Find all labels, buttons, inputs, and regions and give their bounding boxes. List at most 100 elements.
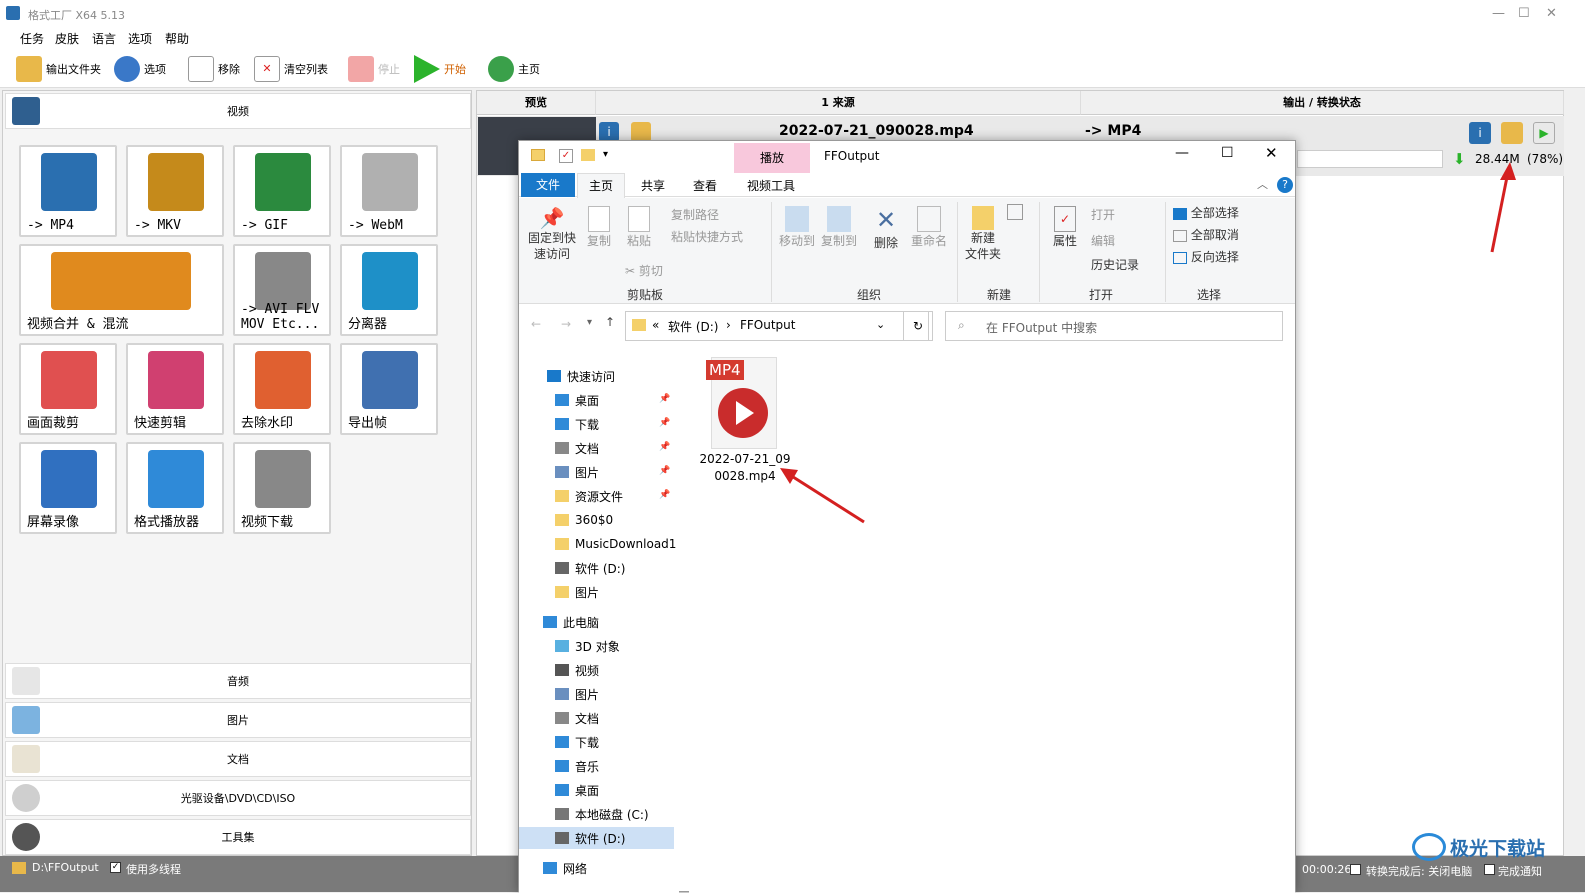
properties-button[interactable]: ✓ 属性 <box>1045 206 1085 249</box>
breadcrumb-folder[interactable]: FFOutput <box>740 318 796 332</box>
history-button[interactable]: 历史记录 <box>1091 256 1139 273</box>
nav-item[interactable]: 音乐 <box>555 755 599 777</box>
notify-checkbox[interactable] <box>1484 864 1495 875</box>
category-audio[interactable]: 音频 <box>5 663 471 699</box>
address-bar[interactable]: « 软件 (D:) › FFOutput ⌄ <box>625 311 929 341</box>
output-path[interactable]: D:\FFOutput <box>32 861 99 874</box>
folder-icon[interactable] <box>631 122 651 142</box>
column-status[interactable]: 输出 / 转换状态 <box>1081 91 1564 115</box>
recent-dropdown-icon[interactable]: ▾ <box>587 317 592 328</box>
tab-video-tools[interactable]: 视频工具 <box>747 177 795 194</box>
nav-item[interactable]: 软件 (D:) <box>519 827 674 849</box>
invert-selection-button[interactable]: 反向选择 <box>1173 248 1239 265</box>
nav-item[interactable]: 文档 <box>555 437 599 459</box>
tool-tile[interactable]: -> GIF <box>233 145 331 237</box>
tool-tile[interactable]: 画面裁剪 <box>19 343 117 435</box>
rename-button[interactable]: 重命名 <box>909 206 949 249</box>
nav-item[interactable]: 软件 (D:) <box>555 557 625 579</box>
collapse-ribbon-icon[interactable]: ︿ <box>1257 176 1268 192</box>
copy-to-button[interactable]: 复制到 <box>819 206 859 249</box>
move-to-button[interactable]: 移动到 <box>777 206 817 249</box>
paste-shortcut-button[interactable]: 粘贴快捷方式 <box>671 228 743 245</box>
nav-item[interactable]: 360$0 <box>555 509 613 531</box>
pin-icon[interactable]: 📌 <box>659 394 670 404</box>
home-button[interactable]: 主页 <box>488 54 540 84</box>
nav-item[interactable]: 图片 <box>555 581 599 603</box>
tool-tile[interactable]: 视频下载 <box>233 442 331 534</box>
explorer-close-button[interactable]: ✕ <box>1265 144 1278 162</box>
edit-button[interactable]: 编辑 <box>1091 232 1115 249</box>
tab-home[interactable]: 主页 <box>577 173 625 198</box>
tab-file[interactable]: 文件 <box>521 173 575 197</box>
nav-item[interactable]: 此电脑 <box>543 611 599 633</box>
column-source[interactable]: 1 来源 <box>596 91 1081 115</box>
pin-icon[interactable]: 📌 <box>659 418 670 428</box>
maximize-button[interactable]: ☐ <box>1518 6 1530 21</box>
menu-help[interactable]: 帮助 <box>165 30 189 47</box>
paste-button[interactable]: 粘贴 <box>621 206 657 249</box>
nav-item[interactable]: 下载 <box>555 413 599 435</box>
tab-view[interactable]: 查看 <box>693 177 717 194</box>
new-folder-icon[interactable] <box>581 149 595 161</box>
forward-icon[interactable]: → <box>561 317 571 331</box>
menu-options[interactable]: 选项 <box>128 30 152 47</box>
nav-item[interactable]: 文档 <box>555 707 599 729</box>
nav-item[interactable]: 图片 <box>555 461 599 483</box>
select-all-button[interactable]: 全部选择 <box>1173 204 1239 221</box>
tool-tile[interactable]: -> WebM <box>340 145 438 237</box>
close-button[interactable]: ✕ <box>1546 6 1557 21</box>
copy-path-button[interactable]: 复制路径 <box>671 206 719 223</box>
output-info-icon[interactable]: i <box>1469 122 1491 144</box>
play-output-icon[interactable]: ▶ <box>1533 122 1555 144</box>
tool-tile[interactable]: 格式播放器 <box>126 442 224 534</box>
cut-button[interactable]: ✂ 剪切 <box>625 262 663 279</box>
tool-tile[interactable]: -> AVI FLV MOV Etc... <box>233 244 331 336</box>
search-box[interactable]: ⌕ 在 FFOutput 中搜索 <box>945 311 1283 341</box>
menu-task[interactable]: 任务 <box>20 30 44 47</box>
nav-item[interactable]: 下载 <box>555 731 599 753</box>
nav-item[interactable]: 视频 <box>555 659 599 681</box>
tool-tile[interactable]: 快速剪辑 <box>126 343 224 435</box>
play-context-tab[interactable]: 播放 <box>734 143 810 173</box>
pin-icon[interactable]: 📌 <box>659 442 670 452</box>
new-item-button[interactable] <box>1007 204 1029 220</box>
clear-list-button[interactable]: ✕ 清空列表 <box>254 54 328 84</box>
tool-tile[interactable]: 去除水印 <box>233 343 331 435</box>
category-video[interactable]: 视频 <box>5 93 471 129</box>
pin-quick-access-button[interactable]: 📌 固定到快 速访问 <box>525 206 579 262</box>
new-folder-button[interactable]: 新建 文件夹 <box>961 206 1005 262</box>
nav-item[interactable]: 快速访问 <box>547 365 615 387</box>
nav-item[interactable]: MusicDownload1 <box>555 533 676 555</box>
tab-share[interactable]: 共享 <box>641 177 665 194</box>
address-dropdown-icon[interactable]: ⌄ <box>876 318 885 331</box>
back-icon[interactable]: ← <box>531 317 541 331</box>
tool-tile[interactable]: 视频合并 & 混流 <box>19 244 224 336</box>
category-document[interactable]: 文档 <box>5 741 471 777</box>
nav-item[interactable]: 资源文件 <box>555 485 623 507</box>
explorer-maximize-button[interactable]: ☐ <box>1221 145 1234 161</box>
nav-item[interactable]: 桌面 <box>555 389 599 411</box>
open-button[interactable]: 打开 <box>1091 206 1115 223</box>
breadcrumb-overflow[interactable]: « <box>652 318 659 332</box>
nav-item[interactable]: 桌面 <box>555 779 599 801</box>
options-button[interactable]: 选项 <box>114 54 166 84</box>
category-picture[interactable]: 图片 <box>5 702 471 738</box>
properties-icon[interactable]: ✓ <box>559 149 573 163</box>
output-folder-icon[interactable] <box>1501 122 1523 144</box>
multithread-checkbox[interactable]: ✓ <box>110 862 121 873</box>
category-tools[interactable]: 工具集 <box>5 819 471 855</box>
info-icon[interactable]: i <box>599 122 619 142</box>
up-icon[interactable]: ↑ <box>605 315 615 329</box>
pin-icon[interactable]: 📌 <box>659 490 670 500</box>
file-item[interactable]: MP4 2022-07-21_090028.mp4 <box>699 357 791 487</box>
minimize-button[interactable]: — <box>1492 6 1505 21</box>
remove-button[interactable]: 移除 <box>188 54 240 84</box>
menu-language[interactable]: 语言 <box>92 30 116 47</box>
pin-icon[interactable]: 📌 <box>659 466 670 476</box>
nav-item[interactable]: 网络 <box>543 857 587 879</box>
category-rom[interactable]: 光驱设备\DVD\CD\ISO <box>5 780 471 816</box>
nav-item[interactable]: 3D 对象 <box>555 635 620 657</box>
tool-tile[interactable]: 导出帧 <box>340 343 438 435</box>
output-folder-button[interactable]: 输出文件夹 <box>16 54 101 84</box>
tool-tile[interactable]: -> MKV <box>126 145 224 237</box>
